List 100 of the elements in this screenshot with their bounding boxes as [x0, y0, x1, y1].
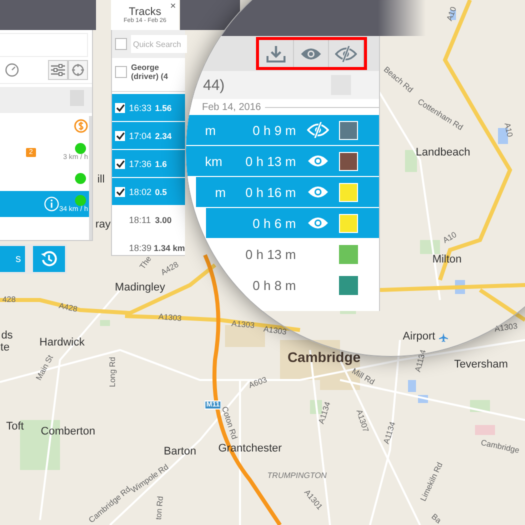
map-label: A1307 [354, 408, 370, 434]
track-row[interactable]: km 0 h 13 m [186, 146, 379, 177]
checkbox[interactable] [115, 158, 125, 168]
track-time: 17:36 [129, 158, 153, 168]
distance-unit: m [215, 184, 226, 200]
eye-slash-icon[interactable] [307, 122, 329, 138]
track-duration: 0 h 8 m [252, 278, 296, 292]
track-time: 18:02 [129, 186, 153, 196]
map-label: The [138, 255, 154, 271]
history-button[interactable] [33, 246, 65, 272]
map-label: A10 [442, 230, 458, 246]
track-distance: 0.5 [155, 186, 167, 196]
map-label: Landbeach [416, 148, 470, 158]
eye-icon[interactable] [307, 216, 329, 230]
distance-unit: km [205, 154, 222, 168]
airplane-icon [439, 333, 448, 342]
action-button[interactable]: s [0, 246, 25, 272]
checkbox[interactable] [115, 38, 127, 50]
track-time: 18:39 [129, 242, 152, 252]
dollar-icon [74, 119, 88, 133]
status-dot [75, 143, 86, 154]
color-swatch[interactable] [339, 214, 358, 232]
map-label: Coton Rd [220, 406, 238, 440]
checkbox[interactable] [115, 186, 125, 196]
track-time: 18:11 [129, 214, 152, 224]
color-swatch[interactable] [339, 276, 358, 294]
map-label: ray [95, 220, 111, 230]
date-divider: Feb 14, 2016 [202, 102, 261, 112]
track-count: 44) [203, 76, 225, 94]
track-duration: 0 h 13 m [245, 154, 296, 168]
map-label: ton Rd [155, 496, 165, 520]
eye-icon [300, 46, 322, 60]
search-field[interactable]: Quick Search [131, 35, 187, 53]
track-row[interactable]: 18:11 3.00 [112, 206, 185, 233]
map-label: A10 [446, 6, 458, 22]
park-area [100, 320, 110, 326]
map-label: A1303 [494, 322, 518, 334]
track-row[interactable]: 0 h 8 m [230, 270, 379, 301]
color-swatch[interactable] [339, 182, 358, 202]
driver-name: George (driver) (4 [131, 62, 169, 82]
color-swatch[interactable] [339, 244, 358, 264]
eye-slash-icon [335, 46, 357, 62]
map-label: Teversham [454, 360, 508, 370]
track-row[interactable]: 17:36 1.6 [112, 150, 185, 177]
map-label: te [0, 342, 10, 354]
track-row[interactable]: 17:04 2.34 [112, 122, 185, 149]
checkbox[interactable] [115, 66, 127, 78]
close-button[interactable]: × [170, 1, 176, 12]
color-swatch[interactable] [339, 152, 358, 170]
status-dot [75, 172, 86, 184]
distance-unit: m [205, 122, 216, 138]
map-label: Toft [6, 422, 24, 432]
map-label: Cambridge [480, 439, 520, 455]
color-swatch[interactable] [339, 120, 358, 140]
eye-icon[interactable] [307, 185, 329, 199]
map-label: ds [1, 330, 13, 342]
map-label: A10 [502, 122, 514, 138]
map-label: A1303 [262, 325, 288, 337]
map-label: A1134 [318, 401, 332, 425]
map-label: A428 [58, 302, 78, 314]
track-distance: 1.56 [155, 102, 172, 112]
track-duration: 0 h 13 m [245, 246, 296, 262]
track-distance: 3.00 [155, 214, 172, 224]
checkbox[interactable] [115, 130, 125, 140]
filter-button[interactable] [48, 60, 68, 80]
map-label: Cambridge [287, 350, 361, 364]
gauge-icon[interactable] [5, 63, 19, 77]
track-row[interactable]: 18:02 0.5 [112, 178, 185, 205]
map-label: Long Rd [109, 356, 117, 388]
locate-button[interactable] [68, 60, 88, 80]
map-label: A1134 [414, 349, 428, 373]
map-label: Comberton [40, 426, 96, 438]
track-row[interactable]: 16:33 1.56 [112, 94, 185, 121]
info-icon[interactable] [44, 196, 60, 212]
download-icon [266, 44, 286, 62]
history-icon [40, 250, 58, 268]
crosshair-icon [72, 64, 84, 76]
eye-icon[interactable] [307, 154, 329, 168]
map-label: TRUMPINGTON [267, 472, 327, 480]
track-duration: 0 h 16 m [245, 184, 296, 200]
park-area [405, 150, 417, 172]
checkbox[interactable] [115, 102, 125, 112]
track-row[interactable]: 0 h 13 m [216, 239, 379, 270]
track-duration: 0 h 6 m [252, 216, 296, 230]
map-label: A428 [160, 260, 180, 278]
track-row[interactable]: m 0 h 9 m [186, 115, 379, 146]
map-label: Mill Rd [350, 367, 376, 387]
map-label: Main St [35, 354, 55, 382]
map-label: Barton [164, 446, 196, 458]
track-time: 17:04 [129, 130, 153, 140]
tab-title: Tracks [128, 6, 162, 18]
track-row[interactable]: 0 h 6 m [206, 208, 379, 239]
track-row[interactable]: m 0 h 16 m [196, 177, 379, 208]
map-label: A603 [248, 376, 268, 390]
map-label: A1303 [158, 313, 182, 323]
map-label: Ba [430, 512, 442, 525]
top-bar [180, 0, 240, 30]
map-label: Airport [402, 332, 436, 342]
map-label: Hardwick [39, 338, 85, 348]
map-label: ill [97, 174, 105, 186]
